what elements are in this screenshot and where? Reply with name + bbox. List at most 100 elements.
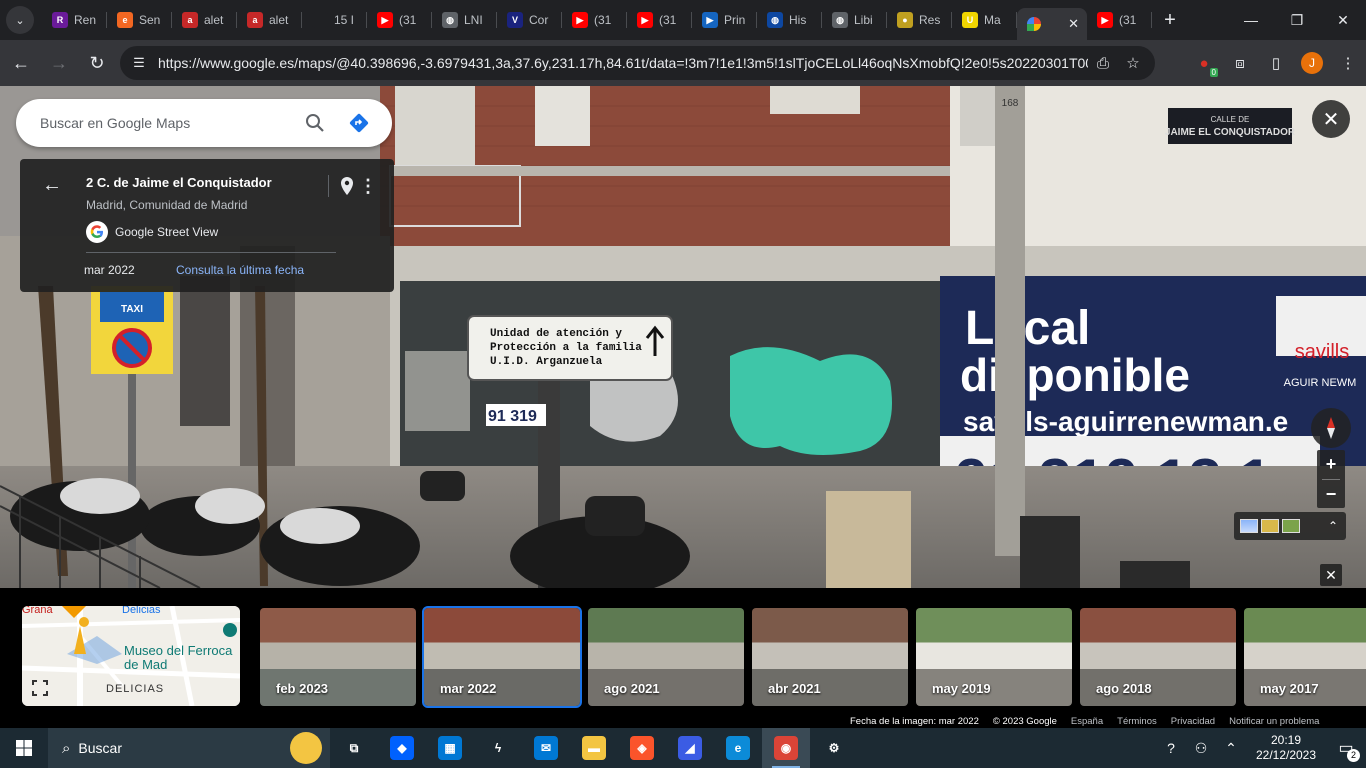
browser-tab[interactable]: ◍ Libi — [822, 0, 887, 40]
clock-date: 22/12/2023 — [1255, 748, 1317, 762]
extension-icon[interactable]: ● 0 — [1186, 46, 1222, 80]
taskbar-app-button[interactable]: ◆ — [378, 728, 426, 768]
taskbar-app-button[interactable]: ✉ — [522, 728, 570, 768]
latest-date-link[interactable]: Consulta la última fecha — [176, 263, 304, 277]
red-extension-icon: ● — [1199, 54, 1209, 72]
browser-tab[interactable]: a alet — [172, 0, 237, 40]
browser-tab[interactable]: ▶ Prin — [692, 0, 757, 40]
youtube-icon: ▶ — [1097, 12, 1113, 28]
timeline-thumbnail[interactable]: ago 2021 — [588, 608, 744, 706]
arrow-right-icon: → — [50, 52, 68, 73]
minimize-button[interactable]: — — [1228, 0, 1274, 40]
zoom-in-button[interactable]: + — [1317, 450, 1345, 479]
sign-line-3: U.I.D. Arganzuela — [490, 356, 603, 368]
browser-tab[interactable]: U Ma — [952, 0, 1017, 40]
terms-link[interactable]: Términos — [1117, 716, 1157, 728]
taskbar-search[interactable]: ⌕ Buscar — [48, 728, 330, 768]
back-arrow-icon[interactable]: ← — [40, 173, 64, 197]
address-bar[interactable]: ☰ https://www.google.es/maps/@40.398696,… — [120, 46, 1155, 80]
search-input[interactable] — [40, 115, 290, 131]
start-button[interactable] — [0, 728, 48, 768]
side-panel-icon[interactable]: ▯ — [1258, 46, 1294, 80]
fullscreen-icon[interactable] — [30, 678, 50, 698]
timeline-date-label: ago 2021 — [604, 681, 660, 696]
maps-search-box — [16, 99, 392, 147]
timeline-thumbnail[interactable]: feb 2023 — [260, 608, 416, 706]
browser-tab[interactable]: ▶ (31 — [562, 0, 627, 40]
report-problem-link[interactable]: Notificar un problema — [1229, 716, 1319, 728]
browser-tab[interactable]: ▶ (31 — [1087, 0, 1152, 40]
browser-tab-active[interactable]: ✕ — [1017, 8, 1087, 40]
timeline-thumbnail[interactable]: ago 2018 — [1080, 608, 1236, 706]
search-icon[interactable] — [300, 108, 330, 138]
browser-tab[interactable]: 15 I — [302, 0, 367, 40]
browser-tab[interactable]: R Ren — [42, 0, 107, 40]
imagery-layers-toggle[interactable]: ⌃ — [1234, 512, 1346, 540]
help-icon[interactable]: ? — [1156, 740, 1186, 756]
menu-kebab-icon[interactable]: ⋮ — [1330, 46, 1366, 80]
chevron-up-icon[interactable]: ⌃ — [1216, 740, 1246, 757]
compass-icon[interactable] — [1311, 408, 1351, 448]
attribution-bar: Fecha de la imagen: mar 2022 © 2023 Goog… — [850, 716, 1333, 728]
taskbar-app-button[interactable]: ⚙ — [810, 728, 858, 768]
capture-date-selector[interactable]: mar 2022 — [84, 263, 135, 277]
people-icon[interactable]: ⚇ — [1186, 740, 1216, 757]
more-options-icon[interactable]: ⋮ — [359, 175, 377, 197]
google-logo-icon — [86, 221, 108, 243]
taskbar-app-button[interactable]: ◢ — [666, 728, 714, 768]
reload-button[interactable]: ↻ — [80, 46, 114, 80]
bookmark-star-icon[interactable]: ☆ — [1118, 54, 1148, 72]
zoom-out-button[interactable]: − — [1317, 480, 1345, 509]
browser-tab[interactable]: a alet — [237, 0, 302, 40]
store-icon: ▦ — [438, 736, 462, 760]
browser-tab[interactable]: ● Res — [887, 0, 952, 40]
timeline-thumbnail[interactable]: abr 2021 — [752, 608, 908, 706]
taskbar-app-button[interactable]: ⧉ — [330, 728, 378, 768]
settings-icon: ⚙ — [828, 741, 840, 755]
tab-search-button[interactable]: ⌄ — [6, 6, 34, 34]
tab-title: (31 — [1119, 13, 1137, 27]
install-app-icon[interactable]: ⎙ — [1088, 55, 1118, 72]
sign-line-2: Protección a la familia — [490, 342, 642, 354]
mini-map[interactable]: Graná Delicias Museo del Ferroca de Mad … — [22, 606, 240, 706]
timeline-thumbnail[interactable]: mar 2022 — [422, 606, 582, 708]
profile-button[interactable]: J — [1294, 46, 1330, 80]
taskbar-app-button[interactable]: ◈ — [618, 728, 666, 768]
timeline-thumbnail[interactable]: may 2019 — [916, 608, 1072, 706]
e-letter-icon: e — [117, 12, 133, 28]
map-pin-icon[interactable] — [336, 175, 358, 197]
taskbar-app-button[interactable]: e — [714, 728, 762, 768]
new-tab-button[interactable]: + — [1156, 6, 1184, 34]
browser-tab[interactable]: ◍ His — [757, 0, 822, 40]
forward-button[interactable]: → — [42, 46, 76, 80]
clock[interactable]: 20:19 22/12/2023 — [1246, 733, 1326, 763]
extensions-puzzle-icon[interactable]: ⧈ — [1222, 46, 1258, 80]
timeline-thumbnail[interactable]: may 2017 — [1244, 608, 1366, 706]
toolbar-right: ● 0 ⧈ ▯ J ⋮ — [1186, 40, 1366, 86]
close-tab-icon[interactable]: ✕ — [1068, 16, 1079, 32]
country-link[interactable]: España — [1071, 716, 1103, 728]
chevron-down-icon: ⌄ — [15, 14, 25, 27]
close-street-view-button[interactable]: ✕ — [1312, 100, 1350, 138]
taskbar-app-button[interactable]: ◉ — [762, 728, 810, 768]
restore-button[interactable]: ❐ — [1274, 0, 1320, 40]
browser-tab[interactable]: ▶ (31 — [367, 0, 432, 40]
privacy-link[interactable]: Privacidad — [1171, 716, 1215, 728]
taskbar-app-button[interactable]: ▦ — [426, 728, 474, 768]
browser-tab[interactable]: ◍ LNI — [432, 0, 497, 40]
back-button[interactable]: ← — [4, 46, 38, 80]
url-text[interactable]: https://www.google.es/maps/@40.398696,-3… — [158, 55, 1088, 71]
close-timeline-button[interactable]: ✕ — [1320, 564, 1342, 586]
notifications-button[interactable]: ▭ 2 — [1326, 738, 1366, 762]
browser-tab[interactable]: e Sen — [107, 0, 172, 40]
timeline-date-label: may 2017 — [1260, 681, 1319, 696]
globe-icon: ◍ — [442, 12, 458, 28]
taskbar-app-button[interactable]: ▬ — [570, 728, 618, 768]
site-info-icon[interactable]: ☰ — [124, 55, 154, 71]
close-window-button[interactable]: ✕ — [1320, 0, 1366, 40]
browser-tab[interactable]: V Cor — [497, 0, 562, 40]
browser-tab[interactable]: ▶ (31 — [627, 0, 692, 40]
directions-icon[interactable] — [344, 108, 374, 138]
sun-widget-icon[interactable] — [290, 732, 322, 764]
taskbar-app-button[interactable]: ϟ — [474, 728, 522, 768]
